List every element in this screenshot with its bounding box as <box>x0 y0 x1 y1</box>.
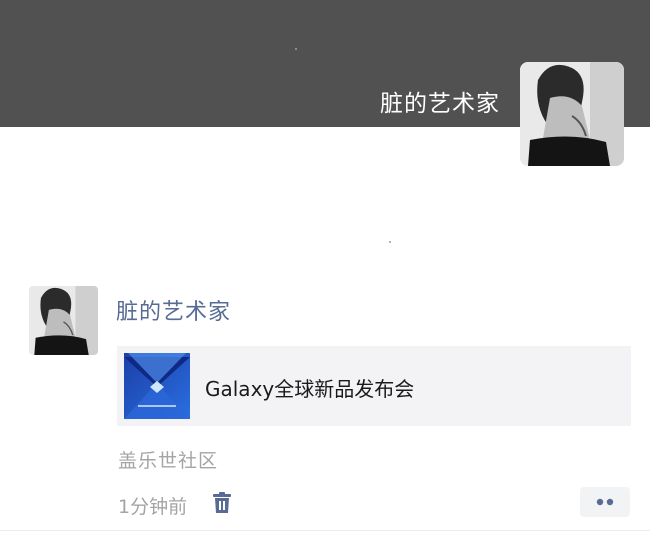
shared-link-card[interactable]: Galaxy全球新品发布会 <box>117 346 631 426</box>
more-actions-button[interactable] <box>580 487 630 517</box>
source-label[interactable]: 盖乐世社区 <box>118 446 218 473</box>
cover-avatar[interactable] <box>520 62 624 166</box>
two-dots-icon <box>596 498 614 506</box>
post-avatar[interactable] <box>29 286 98 355</box>
galaxy-event-thumbnail <box>124 353 190 419</box>
post-time: 1分钟前 <box>118 496 188 518</box>
page-speck <box>389 241 391 243</box>
trash-icon[interactable] <box>212 492 232 514</box>
cover-user-name[interactable]: 脏的艺术家 <box>380 84 500 118</box>
avatar-photo <box>29 286 98 355</box>
avatar-photo <box>520 62 624 166</box>
moments-page: 脏的艺术家 脏的艺术家 Galaxy全球新品发布会 盖乐世社区 1分钟前 <box>0 0 650 538</box>
cover-speck <box>295 48 297 50</box>
divider <box>0 530 650 531</box>
link-title: Galaxy全球新品发布会 <box>205 377 415 401</box>
post-author-name[interactable]: 脏的艺术家 <box>116 294 231 326</box>
